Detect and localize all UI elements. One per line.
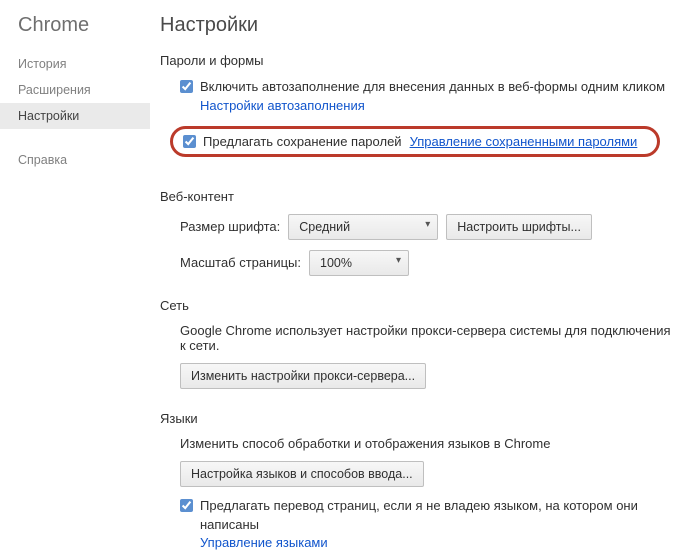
save-passwords-checkbox[interactable] bbox=[183, 135, 196, 148]
section-passwords: Пароли и формы Включить автозаполнение д… bbox=[160, 53, 671, 167]
language-settings-button[interactable]: Настройка языков и способов ввода... bbox=[180, 461, 424, 487]
brand-title: Chrome bbox=[0, 14, 150, 51]
zoom-row: Масштаб страницы: 100% bbox=[180, 250, 671, 276]
proxy-settings-button[interactable]: Изменить настройки прокси-сервера... bbox=[180, 363, 426, 389]
manage-languages-link[interactable]: Управление языками bbox=[200, 535, 328, 550]
font-size-select[interactable]: Средний bbox=[288, 214, 438, 240]
translate-row: Предлагать перевод страниц, если я не вл… bbox=[180, 497, 671, 554]
sidebar-item-history[interactable]: История bbox=[0, 51, 150, 77]
translate-label: Предлагать перевод страниц, если я не вл… bbox=[200, 498, 638, 532]
autofill-label: Включить автозаполнение для внесения дан… bbox=[200, 79, 665, 94]
section-heading-webcontent: Веб-контент bbox=[160, 189, 671, 204]
customize-fonts-button[interactable]: Настроить шрифты... bbox=[446, 214, 592, 240]
save-passwords-label: Предлагать сохранение паролей bbox=[203, 134, 402, 149]
section-network: Сеть Google Chrome использует настройки … bbox=[160, 298, 671, 389]
autofill-row: Включить автозаполнение для внесения дан… bbox=[180, 78, 671, 116]
font-size-label: Размер шрифта: bbox=[180, 219, 280, 234]
section-heading-passwords: Пароли и формы bbox=[160, 53, 671, 68]
manage-passwords-link[interactable]: Управление сохраненными паролями bbox=[410, 134, 638, 149]
section-heading-network: Сеть bbox=[160, 298, 671, 313]
sidebar-item-extensions[interactable]: Расширения bbox=[0, 77, 150, 103]
network-description: Google Chrome использует настройки прокс… bbox=[180, 323, 671, 353]
zoom-label: Масштаб страницы: bbox=[180, 255, 301, 270]
sidebar-item-settings[interactable]: Настройки bbox=[0, 103, 150, 129]
sidebar: Chrome История Расширения Настройки Спра… bbox=[0, 0, 150, 559]
languages-description: Изменить способ обработки и отображения … bbox=[180, 436, 671, 451]
font-size-row: Размер шрифта: Средний Настроить шрифты.… bbox=[180, 214, 671, 240]
translate-checkbox[interactable] bbox=[180, 499, 193, 512]
section-webcontent: Веб-контент Размер шрифта: Средний Настр… bbox=[160, 189, 671, 276]
sidebar-item-help[interactable]: Справка bbox=[0, 147, 150, 173]
zoom-select[interactable]: 100% bbox=[309, 250, 409, 276]
save-passwords-highlight: Предлагать сохранение паролей Управление… bbox=[170, 126, 660, 157]
autofill-checkbox[interactable] bbox=[180, 80, 193, 93]
section-languages: Языки Изменить способ обработки и отобра… bbox=[160, 411, 671, 554]
section-heading-languages: Языки bbox=[160, 411, 671, 426]
main-content: Настройки Пароли и формы Включить автоза… bbox=[150, 0, 691, 559]
autofill-settings-link[interactable]: Настройки автозаполнения bbox=[200, 98, 365, 113]
page-title: Настройки bbox=[160, 14, 671, 37]
